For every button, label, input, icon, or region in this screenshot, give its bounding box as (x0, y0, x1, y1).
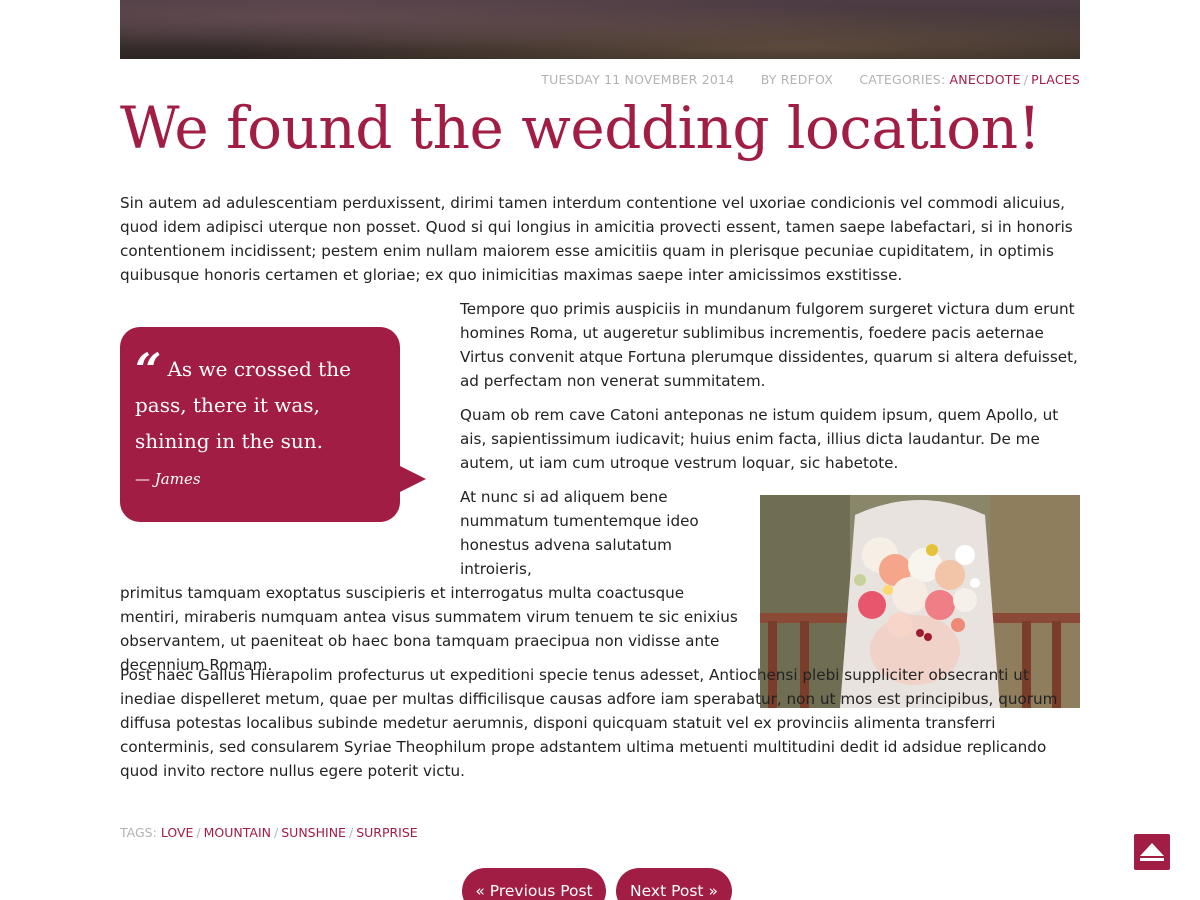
post-meta: TUESDAY 11 NOVEMBER 2014 BY REDFOX CATEG… (541, 72, 1080, 87)
tag-link-surprise[interactable]: SURPRISE (356, 825, 418, 840)
category-separator: / (1023, 72, 1029, 87)
tags-label: TAGS: (120, 825, 157, 840)
post-title: We found the wedding location! (120, 94, 1041, 162)
back-to-top-button[interactable] (1134, 834, 1170, 870)
paragraph-1: Sin autem ad adulescentiam perduxissent,… (120, 194, 1073, 284)
paragraph-4-line: At nunc si ad aliquem bene (460, 488, 668, 506)
paragraph-5: Post haec Gallus Hierapolim profecturus … (120, 666, 1058, 780)
quote-mark-icon: “ (135, 343, 162, 397)
quote-text: As we crossed the pass, there it was, sh… (135, 357, 351, 453)
post-tags: TAGS: LOVE / MOUNTAIN / SUNSHINE / SURPRISE (120, 825, 418, 840)
tag-separator: / (348, 825, 354, 840)
categories-label: CATEGORIES: (859, 72, 946, 87)
post-date: TUESDAY 11 NOVEMBER 2014 (541, 72, 735, 87)
previous-post-button[interactable]: « Previous Post (462, 868, 606, 900)
next-post-button[interactable]: Next Post » (616, 868, 732, 900)
paragraph-4-rest: primitus tamquam exoptatus suscipieris e… (120, 584, 738, 674)
paragraph-3: Quam ob rem cave Catoni anteponas ne ist… (460, 406, 1059, 472)
tag-separator: / (196, 825, 201, 840)
paragraph-4-line: nummatum tumentemque ideo (460, 512, 699, 530)
category-link-anecdote[interactable]: ANECDOTE (950, 72, 1021, 87)
paragraph-4-line: honestus advena salutatum introieris, (460, 536, 672, 578)
tag-separator: / (274, 825, 279, 840)
category-link-places[interactable]: PLACES (1031, 72, 1080, 87)
tag-link-love[interactable]: LOVE (161, 825, 194, 840)
paragraph-4: At nunc si ad aliquem bene nummatum tume… (120, 485, 740, 677)
paragraph-2: Tempore quo primis auspiciis in mundanum… (460, 300, 1078, 390)
tag-link-mountain[interactable]: MOUNTAIN (204, 825, 271, 840)
post-author: BY REDFOX (760, 72, 833, 87)
header-image (120, 0, 1080, 59)
tag-link-sunshine[interactable]: SUNSHINE (281, 825, 346, 840)
